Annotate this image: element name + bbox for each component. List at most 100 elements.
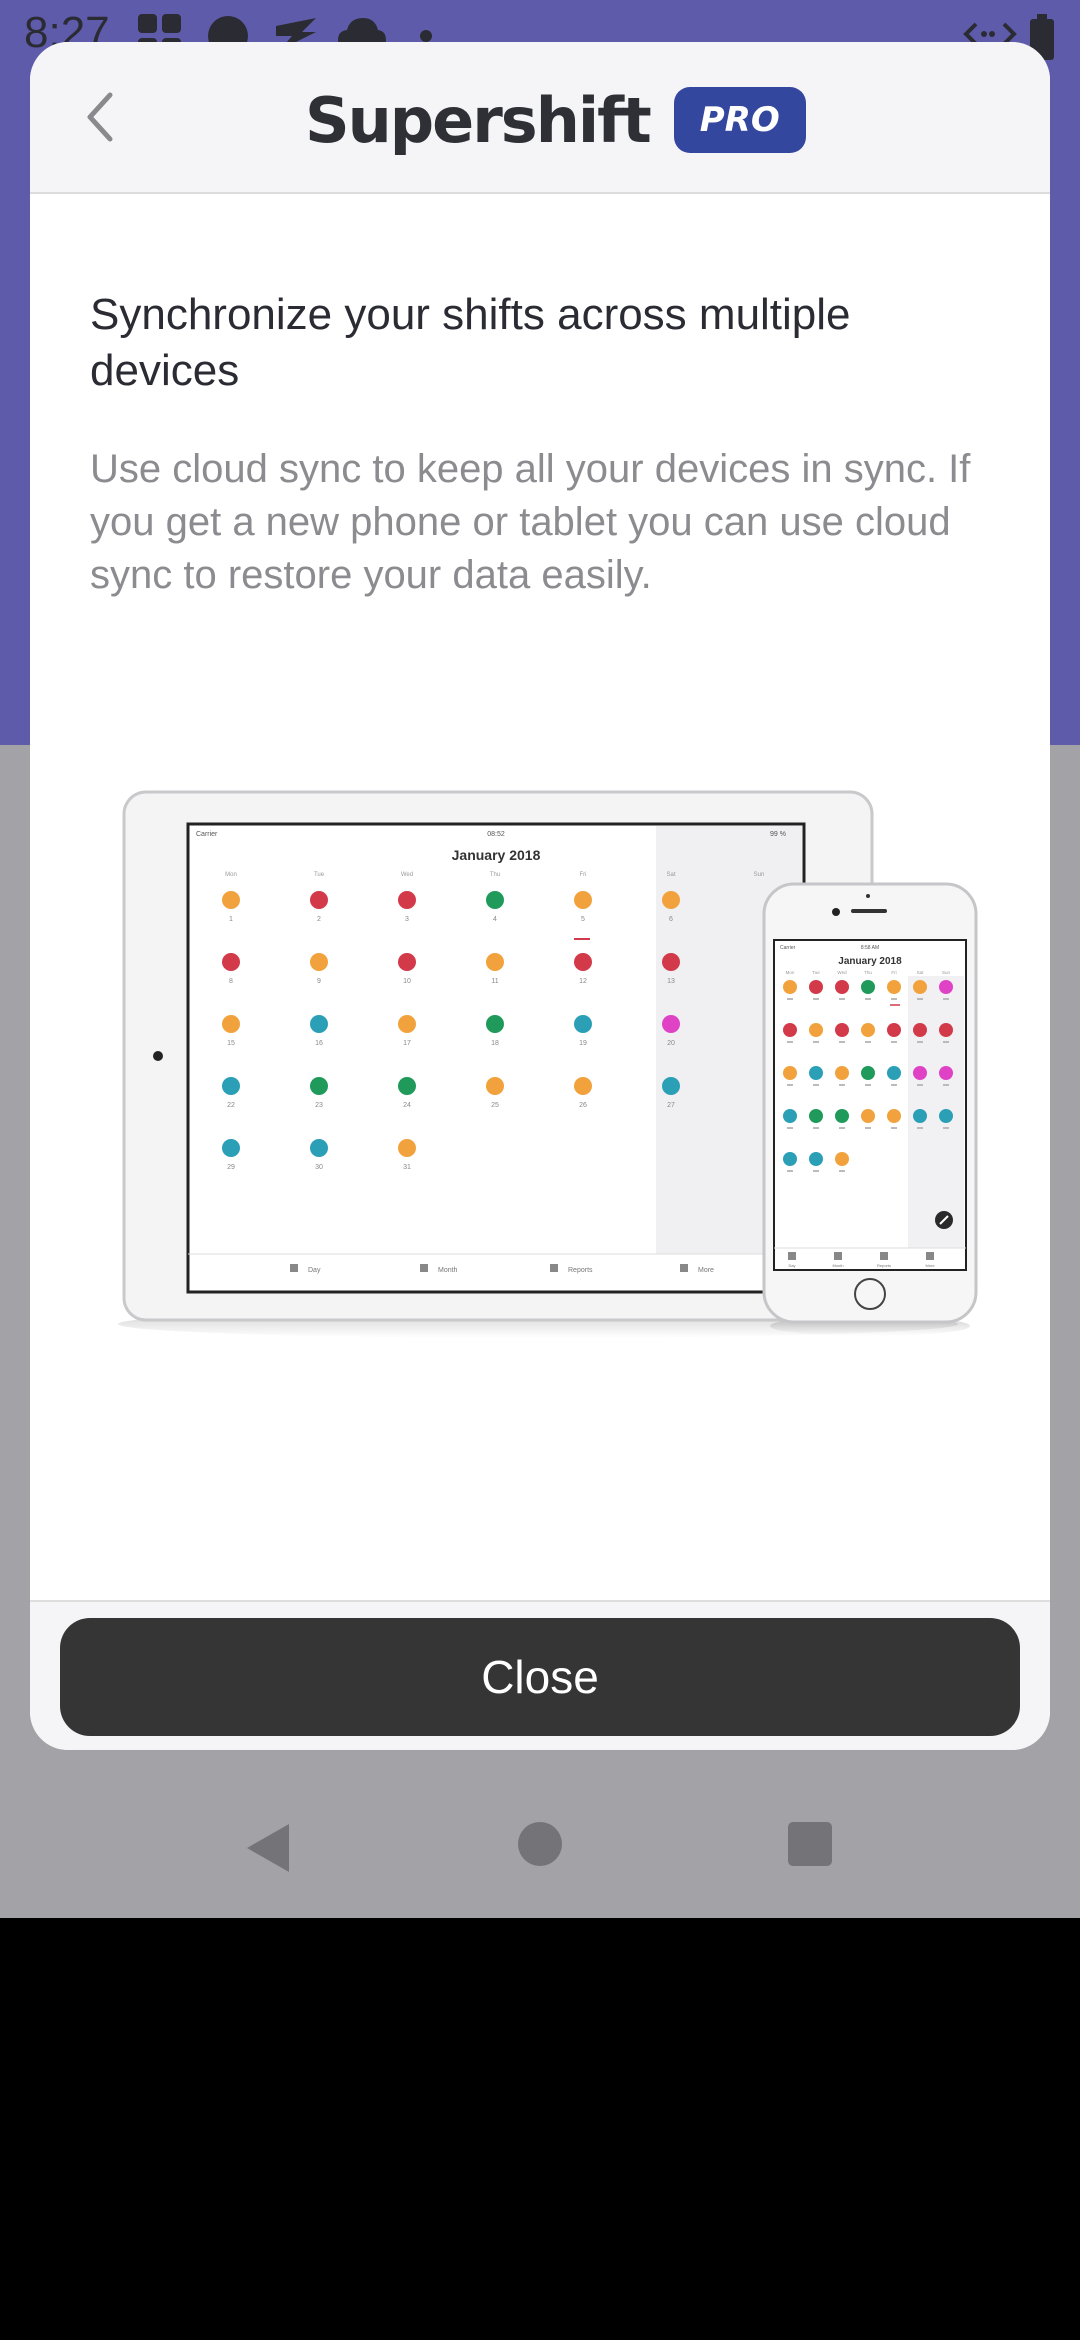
tablet-day-number: 9 [317,978,321,985]
tablet-shift-dot [486,1015,504,1033]
tablet-weekday-label: Fri [580,872,587,878]
phone-shift-dot [783,1023,797,1037]
tablet-shift-dot [222,953,240,971]
tablet-day-number: 25 [491,1102,499,1109]
tablet-day-number: 10 [403,978,411,985]
phone-shift-dot [809,980,823,994]
tablet-shift-dot [662,1077,680,1095]
tablet-day-number: 30 [315,1164,323,1171]
tablet-tab-label: Month [438,1267,458,1274]
feature-description: Use cloud sync to keep all your devices … [90,447,971,597]
phone-tab-label: Reports [877,1263,891,1268]
tablet-shift-dot [222,1015,240,1033]
phone-weekday-label: Sat [917,970,925,975]
tablet-day-number: 24 [403,1102,411,1109]
back-button[interactable] [70,72,130,162]
phone-shift-dot [939,1066,953,1080]
phone-shift-dot [887,980,901,994]
phone-status-carrier: Carrier [780,945,796,951]
phone-shift-dot [861,1066,875,1080]
phone-weekday-label: Thu [864,970,872,975]
phone-tab-label: More [925,1263,935,1268]
tablet-shift-dot [310,1077,328,1095]
tablet-day-number: 26 [579,1102,587,1109]
pro-badge: PRO [673,87,806,153]
tablet-shift-dot [486,1077,504,1095]
feature-title: Synchronize your shifts across multiple … [90,290,851,395]
tablet-day-number: 6 [669,916,673,923]
phone-shift-dot [939,1109,953,1123]
phone-shift-dot [861,980,875,994]
phone-shift-dot [835,980,849,994]
phone-weekday-label: Tue [812,970,820,975]
tablet-shift-dot [222,1139,240,1157]
phone-weekday-label: Sun [942,970,951,975]
tablet-shift-dot [398,1077,416,1095]
tablet-shift-dot [662,953,680,971]
phone-shift-dot [835,1066,849,1080]
phone-weekday-label: Fri [891,970,896,975]
nav-back-icon[interactable] [243,1820,293,1876]
tablet-day-number: 23 [315,1102,323,1109]
tablet-shift-dot [310,891,328,909]
phone-shift-dot [835,1109,849,1123]
phone-shift-dot [939,980,953,994]
tablet-shift-dot [222,891,240,909]
tablet-day-number: 3 [405,916,409,923]
phone-tab-label: Day [788,1263,795,1268]
tablet-day-number: 4 [493,916,497,923]
tablet-day-number: 27 [667,1102,675,1109]
tablet-status-time: 08:52 [487,831,505,838]
tablet-weekday-label: Thu [490,872,500,878]
tablet-weekday-label: Mon [225,872,237,878]
tablet-shift-dot [398,891,416,909]
tablet-day-number: 13 [667,978,675,985]
phone-shift-dot [887,1109,901,1123]
tablet-day-number: 31 [403,1164,411,1171]
phone-weekday-label: Wed [837,970,847,975]
phone-shift-dot [887,1023,901,1037]
devices-illustration: Carrier 08:52 99 % January 2018 Mon Tue We… [118,790,978,1338]
nav-recents-icon[interactable] [786,1820,834,1868]
phone-shift-dot [783,1066,797,1080]
phone-tab-label: Month [832,1263,843,1268]
phone-shift-dot [913,1066,927,1080]
tablet-day-number: 2 [317,916,321,923]
tablet-status-battery: 99 % [770,831,786,838]
tablet-weekday-label: Sun [754,872,765,878]
phone-shift-dot [887,1066,901,1080]
phone-shift-dot [835,1023,849,1037]
tablet-day-number: 12 [579,978,587,985]
tablet-day-number: 19 [579,1040,587,1047]
tablet-weekday-label: Wed [401,872,413,878]
phone-shift-dot [783,1109,797,1123]
close-button[interactable]: Close [60,1618,1020,1736]
phone-shift-dot [913,980,927,994]
phone-shift-dot [861,1109,875,1123]
phone-shift-dot [809,1066,823,1080]
pro-feature-dialog: Supershift PRO Synchronize your shifts a… [30,42,1050,1750]
phone-shift-dot [939,1023,953,1037]
phone-shift-dot [783,1152,797,1166]
tablet-shift-dot [486,953,504,971]
tablet-shift-dot [574,953,592,971]
dialog-footer: Close [30,1600,1050,1750]
tablet-shift-dot [222,1077,240,1095]
brand-name: Supershift [305,83,652,157]
phone-status-time: 8:58 AM [861,945,879,951]
tablet-day-number: 20 [667,1040,675,1047]
dialog-content: Synchronize your shifts across multiple … [90,287,1010,602]
tablet-shift-dot [398,1139,416,1157]
tablet-shift-dot [310,1015,328,1033]
tablet-day-number: 17 [403,1040,411,1047]
brand-logo: Supershift PRO [305,80,806,160]
tablet-shift-dot [310,953,328,971]
tablet-weekday-label: Sat [666,872,675,878]
tablet-shift-dot [574,1077,592,1095]
tablet-day-number: 18 [491,1040,499,1047]
tablet-shift-dot [310,1139,328,1157]
tablet-day-number: 5 [581,916,585,923]
phone-shift-dot [913,1023,927,1037]
phone-weekday-label: Mon [786,970,795,975]
nav-home-icon[interactable] [516,1820,564,1868]
